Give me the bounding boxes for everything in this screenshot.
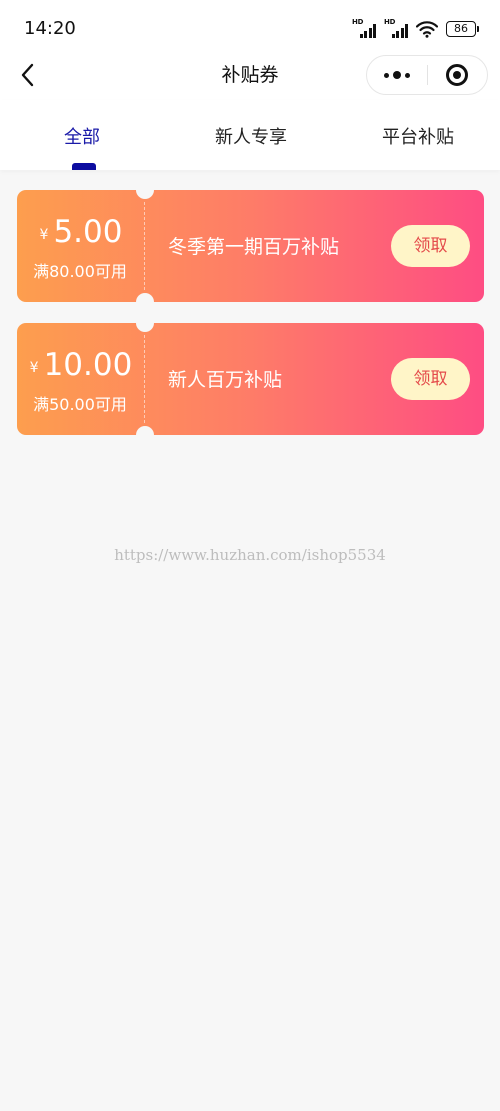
currency-symbol: ¥ [39, 227, 49, 243]
coupon-notch [136, 190, 154, 199]
tab-new-user[interactable]: 新人专享 [215, 126, 287, 150]
status-bar: 14:20 HD HD 86 [0, 0, 500, 50]
coupon-name: 冬季第一期百万补贴 [168, 236, 340, 258]
status-icons: HD HD 86 [352, 18, 479, 40]
status-time: 14:20 [24, 18, 76, 39]
coupon-amount: ¥10.00 [17, 345, 145, 385]
battery-icon: 86 [446, 21, 479, 37]
tab-all[interactable]: 全部 [64, 126, 100, 150]
coupon-card: ¥5.00 满80.00可用 冬季第一期百万补贴 领取 [17, 190, 484, 302]
coupon-value: 5.00 [53, 214, 123, 250]
watermark-text: https://www.huzhan.com/ishop5534 [114, 546, 386, 564]
coupon-condition: 满80.00可用 [33, 262, 127, 281]
mini-program-capsule [366, 55, 488, 95]
coupon-amount: ¥5.00 [17, 212, 145, 252]
wifi-icon [416, 21, 438, 38]
coupon-card: ¥10.00 满50.00可用 新人百万补贴 领取 [17, 323, 484, 435]
active-tab-indicator [72, 163, 96, 170]
tab-bar: 全部 新人专享 平台补贴 [0, 100, 500, 170]
more-dots-icon [383, 71, 410, 79]
close-mini-program-button[interactable] [427, 56, 487, 94]
coupon-notch [136, 426, 154, 435]
coupon-name: 新人百万补贴 [168, 369, 283, 391]
currency-symbol: ¥ [29, 360, 39, 376]
claim-button[interactable]: 领取 [391, 358, 470, 400]
signal-icon: HD [384, 18, 408, 38]
nav-bar: 补贴券 [0, 50, 500, 100]
more-button[interactable] [367, 56, 427, 94]
coupon-notch [136, 323, 154, 332]
tab-platform-subsidy[interactable]: 平台补贴 [382, 126, 454, 150]
coupon-notch [136, 293, 154, 302]
signal-icon: HD [352, 18, 376, 38]
coupon-value: 10.00 [43, 347, 133, 383]
page: 14:20 HD HD 86 补贴券 全部 新人专享 平台补贴 ¥ 5.00 满… [0, 0, 500, 1111]
claim-button[interactable]: 领取 [391, 225, 470, 267]
target-icon [446, 64, 469, 86]
coupon-condition: 满50.00可用 [33, 395, 127, 414]
